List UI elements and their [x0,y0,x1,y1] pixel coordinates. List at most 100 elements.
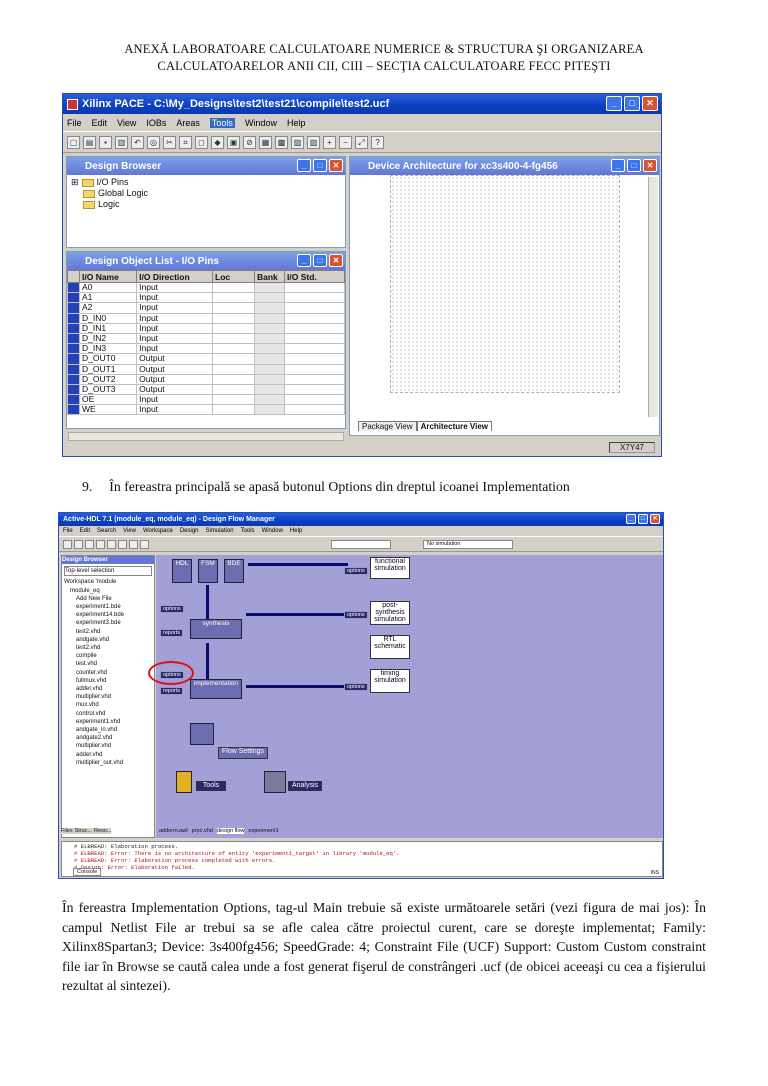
io-std-cell[interactable] [284,373,345,385]
open-icon[interactable] [74,539,83,549]
step-icon[interactable] [129,539,138,549]
menu-help[interactable]: Help [287,118,306,128]
break-icon[interactable] [140,539,149,549]
maximize-button[interactable]: □ [624,96,640,111]
col-bank[interactable]: Bank [254,270,285,283]
save-icon[interactable] [85,539,94,549]
pane-close-button[interactable]: ✕ [643,159,657,172]
zoom-in-icon[interactable]: + [323,135,336,149]
browser-tree-item[interactable]: mux.vhd [64,701,152,709]
browser-tree-item[interactable]: experiment3.bde [64,619,152,627]
tab-structure[interactable]: Struc... [75,828,92,834]
flow-settings-icon[interactable] [190,723,214,745]
loc-cell[interactable] [212,322,255,334]
loc-cell[interactable] [212,353,255,365]
menu-tools[interactable]: Tools [209,117,235,128]
browser-tree-item[interactable]: module_eq [64,587,152,595]
menu-file[interactable]: File [67,118,82,128]
io-std-cell[interactable] [284,302,345,314]
menu-file[interactable]: File [63,528,73,534]
post-synth-options-button[interactable]: options [344,611,368,619]
cut-icon[interactable]: ✂ [163,135,176,149]
doc-tab-design-flow[interactable]: design flow [216,828,245,834]
io-pin-row[interactable]: D_OUT0 Output [67,353,345,365]
menu-areas[interactable]: Areas [176,118,200,128]
vertical-scrollbar[interactable] [648,177,658,417]
fsm-node[interactable]: FSM [198,559,218,583]
compile-icon[interactable] [96,539,105,549]
io-std-cell[interactable] [284,383,345,396]
col-loc[interactable]: Loc [212,270,255,283]
find-icon[interactable]: ◎ [147,135,160,149]
loc-cell[interactable] [212,312,255,324]
pane-min-button[interactable]: _ [611,159,625,172]
io-std-cell[interactable] [284,332,345,345]
menu-window[interactable]: Window [262,528,283,534]
area-icon[interactable]: ▣ [227,135,240,149]
post-synthesis-simulation-button[interactable]: post-synthesis simulation [370,601,410,625]
io-std-cell[interactable] [284,312,345,324]
io-std-cell[interactable] [284,394,345,406]
browser-tree-item[interactable]: test2.vhd [64,628,152,636]
tools-icon[interactable] [176,771,192,793]
functional-simulation-button[interactable]: functional simulation [370,557,410,579]
display-icon[interactable]: ▧ [307,135,320,149]
synthesis-options-button[interactable]: options [160,605,184,613]
expand-icon[interactable]: ⊞ [71,177,79,188]
browser-tree-item[interactable]: andgate2.vhd [64,734,152,742]
io-pin-row[interactable]: D_IN2 Input [67,332,345,345]
browser-tree-item[interactable]: multiplier_out.vhd [64,759,152,767]
undo-icon[interactable]: ↶ [131,135,144,149]
tree-item-global-logic[interactable]: Global Logic [71,188,341,199]
minimize-button[interactable]: _ [626,514,636,524]
io-pin-row[interactable]: A1 Input [67,292,345,304]
io-std-cell[interactable] [284,292,345,304]
doc-tab-experiment1[interactable]: experiment1 [248,828,278,834]
browser-tree-item[interactable]: andgate.vhd [64,636,152,644]
pane-close-button[interactable]: ✕ [329,254,343,267]
flow-settings-button[interactable]: Flow Settings [218,747,268,759]
close-button[interactable]: ✕ [642,96,658,111]
io-std-cell[interactable] [284,363,345,375]
io-std-cell[interactable] [284,343,345,355]
io-pin-row[interactable]: D_IN0 Input [67,312,345,324]
loc-cell[interactable] [212,394,255,406]
io-pin-row[interactable]: D_OUT1 Output [67,363,345,375]
io-pin-row[interactable]: D_OUT3 Output [67,383,345,396]
browser-tree-item[interactable]: fullmux.vhd [64,677,152,685]
io-pin-row[interactable]: A2 Input [67,302,345,314]
top-level-dropdown[interactable]: Top-level selection [64,566,152,577]
maximize-button[interactable]: □ [638,514,648,524]
synthesis-reports-button[interactable]: reports [160,629,184,637]
select-icon[interactable]: ◻ [195,135,208,149]
menu-iobs[interactable]: IOBs [146,118,166,128]
tab-architecture-view[interactable]: Architecture View [416,421,492,431]
print-icon[interactable]: ▥ [115,135,128,149]
pane-max-button[interactable]: □ [313,254,327,267]
device-grid-canvas[interactable] [390,175,620,393]
loc-cell[interactable] [212,281,255,294]
loc-cell[interactable] [212,373,255,385]
tab-package-view[interactable]: Package View [358,421,417,431]
browser-tree-item[interactable]: experiment1.vhd [64,718,152,726]
save-icon[interactable]: ▪ [99,135,112,149]
horizontal-scrollbar[interactable] [68,432,344,441]
analysis-button[interactable]: Analysis [288,781,322,791]
browser-tree-item[interactable]: andgate_in.vhd [64,726,152,734]
io-pin-row[interactable]: D_IN1 Input [67,322,345,334]
bank-icon[interactable]: ▦ [259,135,272,149]
browser-tree-item[interactable]: experiment14.bde [64,611,152,619]
console-tab[interactable]: Console [73,868,102,876]
pane-close-button[interactable]: ✕ [329,159,343,172]
grid-icon[interactable]: ▨ [291,135,304,149]
implementation-reports-button[interactable]: reports [160,687,184,695]
stop-icon[interactable] [118,539,127,549]
menu-edit[interactable]: Edit [80,528,90,534]
browser-tree-item[interactable]: multiplier.vhd [64,742,152,750]
close-button[interactable]: ✕ [650,514,660,524]
pin-icon[interactable]: ◆ [211,135,224,149]
synthesis-button[interactable]: synthesis [190,619,242,639]
tree-item-logic[interactable]: Logic [71,199,341,210]
browser-tree-item[interactable]: control.vhd [64,710,152,718]
functional-options-button[interactable]: options [344,567,368,575]
